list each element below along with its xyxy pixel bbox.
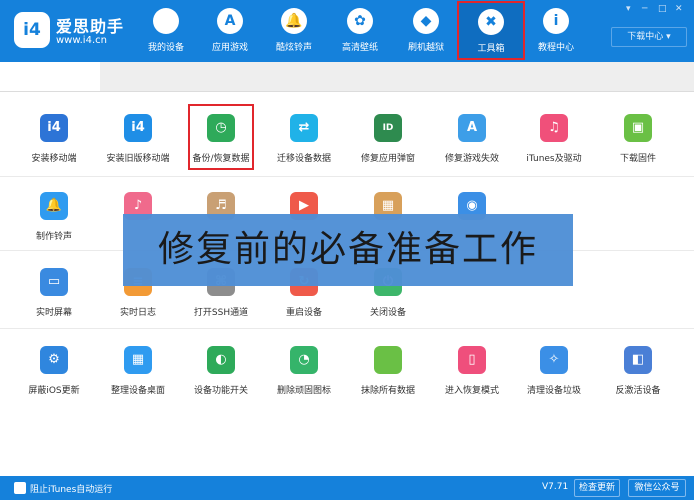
- overlay-banner: 修复前的必备准备工作: [123, 214, 573, 286]
- tool-deactivate[interactable]: ◧ 反激活设备: [594, 346, 682, 396]
- top-header: i4 爱思助手 www.i4.cn 我的设备 A 应用游戏 🔔 酷炫铃声 ✿ 高…: [0, 0, 694, 62]
- tool-make-ringtone[interactable]: 🔔 制作铃声: [10, 192, 98, 242]
- nav-tutorials[interactable]: i 教程中心: [524, 6, 588, 58]
- tool-transfer-data[interactable]: ⇄ 迁移设备数据: [260, 114, 348, 164]
- i4-logo-icon: i4: [14, 12, 50, 48]
- nav-flash-jailbreak[interactable]: ◆ 刷机越狱: [394, 6, 458, 58]
- nav-ringtones[interactable]: 🔔 酷炫铃声: [262, 6, 326, 58]
- pie-chart-icon: ◔: [290, 346, 318, 374]
- tool-itunes-driver[interactable]: ♫ iTunes及驱动: [510, 114, 598, 164]
- tool-recovery-mode[interactable]: ▯ 进入恢复模式: [428, 346, 516, 396]
- apple-id-icon: ID: [374, 114, 402, 142]
- nav-toolbox[interactable]: ✖ 工具箱: [457, 1, 525, 60]
- tool-fix-app-popup[interactable]: ID 修复应用弹窗: [344, 114, 432, 164]
- toggle-icon: ◐: [207, 346, 235, 374]
- app-store-icon: A: [217, 8, 243, 34]
- backup-clock-icon: ◷: [207, 114, 235, 142]
- apple-icon: [374, 346, 402, 374]
- tool-fix-game[interactable]: A 修复游戏失效: [428, 114, 516, 164]
- brand-url: www.i4.cn: [56, 35, 107, 46]
- close-icon[interactable]: ✕: [675, 4, 683, 14]
- deactivate-icon: ◧: [624, 346, 652, 374]
- dropbox-icon: ◆: [413, 8, 439, 34]
- tool-install-mobile[interactable]: i4 安装移动端: [10, 114, 98, 164]
- i4-icon: i4: [124, 114, 152, 142]
- tool-delete-icons[interactable]: ◔ 删除顽固图标: [260, 346, 348, 396]
- itunes-icon: ♫: [540, 114, 568, 142]
- check-update-button[interactable]: 检查更新: [574, 479, 620, 497]
- bell-icon: 🔔: [40, 192, 68, 220]
- tool-live-screen[interactable]: ▭ 实时屏幕: [10, 268, 98, 318]
- minimize-icon[interactable]: ─: [642, 4, 647, 14]
- tools-icon: ✖: [478, 9, 504, 35]
- tool-download-firmware[interactable]: ▣ 下载固件: [594, 114, 682, 164]
- nav-wallpapers[interactable]: ✿ 高清壁纸: [328, 6, 392, 58]
- row-divider: [0, 328, 694, 329]
- app-store-icon: A: [458, 114, 486, 142]
- sub-bar-panel: [100, 62, 694, 92]
- nav-my-device[interactable]: 我的设备: [134, 6, 198, 58]
- menu-icon[interactable]: ▾: [626, 4, 631, 14]
- tool-block-ios-update[interactable]: ⚙ 屏蔽iOS更新: [10, 346, 98, 396]
- grid-icon: ▦: [124, 346, 152, 374]
- monitor-icon: ▭: [40, 268, 68, 296]
- i4-icon: i4: [40, 114, 68, 142]
- tool-erase-all[interactable]: 抹除所有数据: [344, 346, 432, 396]
- overlay-title: 修复前的必备准备工作: [157, 229, 538, 270]
- flower-icon: ✿: [347, 8, 373, 34]
- info-icon: i: [543, 8, 569, 34]
- apple-icon: [153, 8, 179, 34]
- tool-organize-desktop[interactable]: ▦ 整理设备桌面: [94, 346, 182, 396]
- row-divider: [0, 176, 694, 177]
- download-center-button[interactable]: 下载中心 ▾: [611, 27, 687, 47]
- wechat-button[interactable]: 微信公众号: [628, 479, 686, 497]
- version-label: V7.71: [542, 482, 569, 492]
- brand-name: 爱思助手: [56, 17, 125, 36]
- tool-install-old-mobile[interactable]: i4 安装旧版移动端: [94, 114, 182, 164]
- broom-icon: ✧: [540, 346, 568, 374]
- block-itunes-label[interactable]: 阻止iTunes自动运行: [30, 482, 112, 495]
- cube-icon: ▣: [624, 114, 652, 142]
- bell-icon: 🔔: [281, 8, 307, 34]
- gear-icon: ⚙: [40, 346, 68, 374]
- block-itunes-checkbox[interactable]: [14, 482, 26, 494]
- tool-clean-junk[interactable]: ✧ 清理设备垃圾: [510, 346, 598, 396]
- status-bar: 阻止iTunes自动运行 V7.71 检查更新 微信公众号: [0, 476, 694, 500]
- tool-backup-restore[interactable]: ◷ 备份/恢复数据: [188, 104, 254, 170]
- tool-feature-switch[interactable]: ◐ 设备功能开关: [177, 346, 265, 396]
- phone-icon: ▯: [458, 346, 486, 374]
- transfer-icon: ⇄: [290, 114, 318, 142]
- nav-apps-games[interactable]: A 应用游戏: [198, 6, 262, 58]
- maximize-icon[interactable]: □: [658, 4, 667, 14]
